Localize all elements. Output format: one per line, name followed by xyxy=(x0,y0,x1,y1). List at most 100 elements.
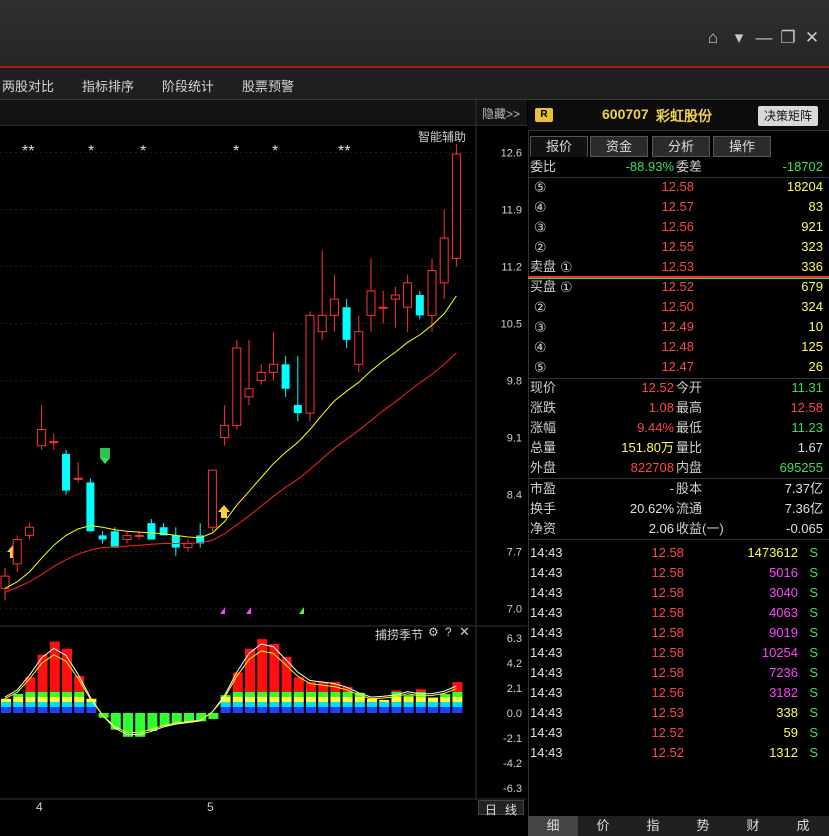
trade-row[interactable]: 14:43 12.53 338 S xyxy=(528,703,829,723)
indicator-bar xyxy=(391,690,402,692)
stat-value: 1.08 xyxy=(648,400,674,415)
stat-value: 12.52 xyxy=(641,380,674,395)
stat-value: 12.58 xyxy=(790,400,823,415)
indicator-bar-layer xyxy=(269,697,280,702)
bid-row[interactable]: 买盘 ① 12.52 679 xyxy=(528,277,829,297)
fund-value: 2.06 xyxy=(648,521,674,536)
indicator-title: 捕捞季节 xyxy=(375,628,424,642)
bottom-tab[interactable]: 价 xyxy=(578,816,628,836)
candle-body-up xyxy=(73,477,83,480)
stat-value: 822708 xyxy=(630,460,674,475)
fund-label: 市盈 xyxy=(530,481,557,496)
stat-value: 11.23 xyxy=(791,420,823,435)
fund-value: -0.065 xyxy=(786,521,823,536)
indicator-bar-layer xyxy=(269,692,280,697)
kline-chart[interactable]: ** * * * * ** 12.611.911.210.59.89.18.47.77.0… xyxy=(0,100,527,816)
toolbar-compare[interactable]: 两股对比 xyxy=(2,76,54,95)
decision-matrix-button[interactable]: 决策矩阵 xyxy=(758,106,818,126)
bid-row[interactable]: ⑤ 12.47 26 xyxy=(528,357,829,377)
minimize-icon[interactable]: — xyxy=(754,28,774,48)
ask-row[interactable]: ⑤ 12.58 18204 xyxy=(528,177,829,197)
bid-row[interactable]: ② 12.50 324 xyxy=(528,297,829,317)
bottom-tab[interactable]: 指 xyxy=(628,816,678,836)
toolbar-indicator-sort[interactable]: 指标排序 xyxy=(82,76,134,95)
bottom-tab[interactable]: 成 xyxy=(778,816,828,836)
ask-row[interactable]: ④ 12.57 83 xyxy=(528,197,829,217)
help-icon[interactable]: ? xyxy=(445,625,452,639)
indicator-bar-layer xyxy=(318,702,329,707)
tab-quote[interactable]: 报价 xyxy=(530,136,588,157)
bid-row[interactable]: ③ 12.49 10 xyxy=(528,317,829,337)
trade-volume: 9019 xyxy=(769,625,798,640)
candle-body-up xyxy=(317,314,327,333)
indicator-bar-layer xyxy=(86,707,97,713)
period-switch[interactable]: 日 线 xyxy=(478,800,524,817)
trade-row[interactable]: 14:43 12.58 9019 S xyxy=(528,623,829,643)
tab-funds[interactable]: 资金 xyxy=(590,136,648,157)
ask-volume: 83 xyxy=(808,199,823,214)
bid-volume: 125 xyxy=(801,339,823,354)
trade-row[interactable]: 14:43 12.58 3040 S xyxy=(528,583,829,603)
bottom-tab[interactable]: 财 xyxy=(728,816,778,836)
bid-price: 12.52 xyxy=(661,279,694,294)
ask-row[interactable]: 卖盘 ① 12.53 336 xyxy=(528,257,829,277)
trade-side: S xyxy=(809,625,818,640)
tab-analysis[interactable]: 分析 xyxy=(652,136,710,157)
indicator-bar-layer xyxy=(440,707,451,713)
trade-row[interactable]: 14:43 12.56 3182 S xyxy=(528,683,829,703)
indicator-bar-layer xyxy=(281,702,292,707)
gear-icon[interactable]: ⚙ xyxy=(428,625,439,639)
candle-body-up xyxy=(220,424,230,439)
indicator-bar-layer xyxy=(428,702,438,707)
trade-time: 14:43 xyxy=(530,645,563,660)
toolbar-stage-stats[interactable]: 阶段统计 xyxy=(162,76,214,95)
indicator-bar-layer xyxy=(13,707,24,713)
indicator-bar-layer xyxy=(440,693,451,697)
trade-row[interactable]: 14:43 12.58 5016 S xyxy=(528,563,829,583)
candle-body-up xyxy=(366,290,376,316)
indicator-bar-layer xyxy=(281,692,292,697)
fund-value: 20.62% xyxy=(629,501,674,516)
close-indicator-icon[interactable]: ✕ xyxy=(459,624,470,640)
price-tick-label: 9.1 xyxy=(507,433,522,445)
stat-label: 外盘 xyxy=(530,460,557,475)
bid-row[interactable]: ④ 12.48 125 xyxy=(528,337,829,357)
home-icon[interactable]: ⌂ xyxy=(703,28,723,48)
indicator-bar-layer xyxy=(391,707,402,713)
ask-row[interactable]: ③ 12.56 921 xyxy=(528,217,829,237)
candle-body-up xyxy=(268,363,278,373)
trade-row[interactable]: 14:43 12.58 1473612 S xyxy=(528,543,829,563)
restore-icon[interactable]: ❐ xyxy=(778,28,798,48)
ma-slow-line xyxy=(4,352,457,593)
ask-level: ① xyxy=(560,259,573,275)
trade-side: S xyxy=(809,705,818,720)
trade-row[interactable]: 14:43 12.52 59 S xyxy=(528,723,829,743)
trade-row[interactable]: 14:43 12.58 7236 S xyxy=(528,663,829,683)
stat-label: 今开 xyxy=(676,380,703,395)
trade-row[interactable]: 14:43 12.58 10254 S xyxy=(528,643,829,663)
bottom-tab[interactable]: 细 xyxy=(528,816,578,836)
weibi-value: -88.93% xyxy=(625,159,674,174)
ask-level: ③ xyxy=(534,219,547,235)
indicator-bar-layer xyxy=(245,697,255,702)
tab-operation[interactable]: 操作 xyxy=(713,136,771,157)
trade-row[interactable]: 14:43 12.52 1312 S xyxy=(528,743,829,763)
stat-label: 内盘 xyxy=(676,460,703,475)
ask-price: 12.55 xyxy=(661,239,694,254)
trade-side: S xyxy=(809,745,818,760)
bottom-tab[interactable]: 势 xyxy=(678,816,728,836)
fund-row: 净资 2.06 收益(一) -0.065 xyxy=(528,519,829,539)
indicator-bar-layer xyxy=(318,697,329,702)
indicator-tick-label: -4.2 xyxy=(503,758,522,770)
indicator-bar-layer xyxy=(379,702,390,707)
weicha-value: -18702 xyxy=(782,159,823,174)
trade-side: S xyxy=(809,665,818,680)
candle-body-up xyxy=(329,298,339,316)
trade-row[interactable]: 14:43 12.58 4063 S xyxy=(528,603,829,623)
toolbar-alert[interactable]: 股票预警 xyxy=(242,76,294,95)
close-icon[interactable]: ✕ xyxy=(802,28,822,48)
trade-price: 12.52 xyxy=(651,725,684,740)
chevron-down-icon[interactable]: ▾ xyxy=(729,28,749,48)
indicator-bar-layer xyxy=(62,697,72,702)
ask-row[interactable]: ② 12.55 323 xyxy=(528,237,829,257)
